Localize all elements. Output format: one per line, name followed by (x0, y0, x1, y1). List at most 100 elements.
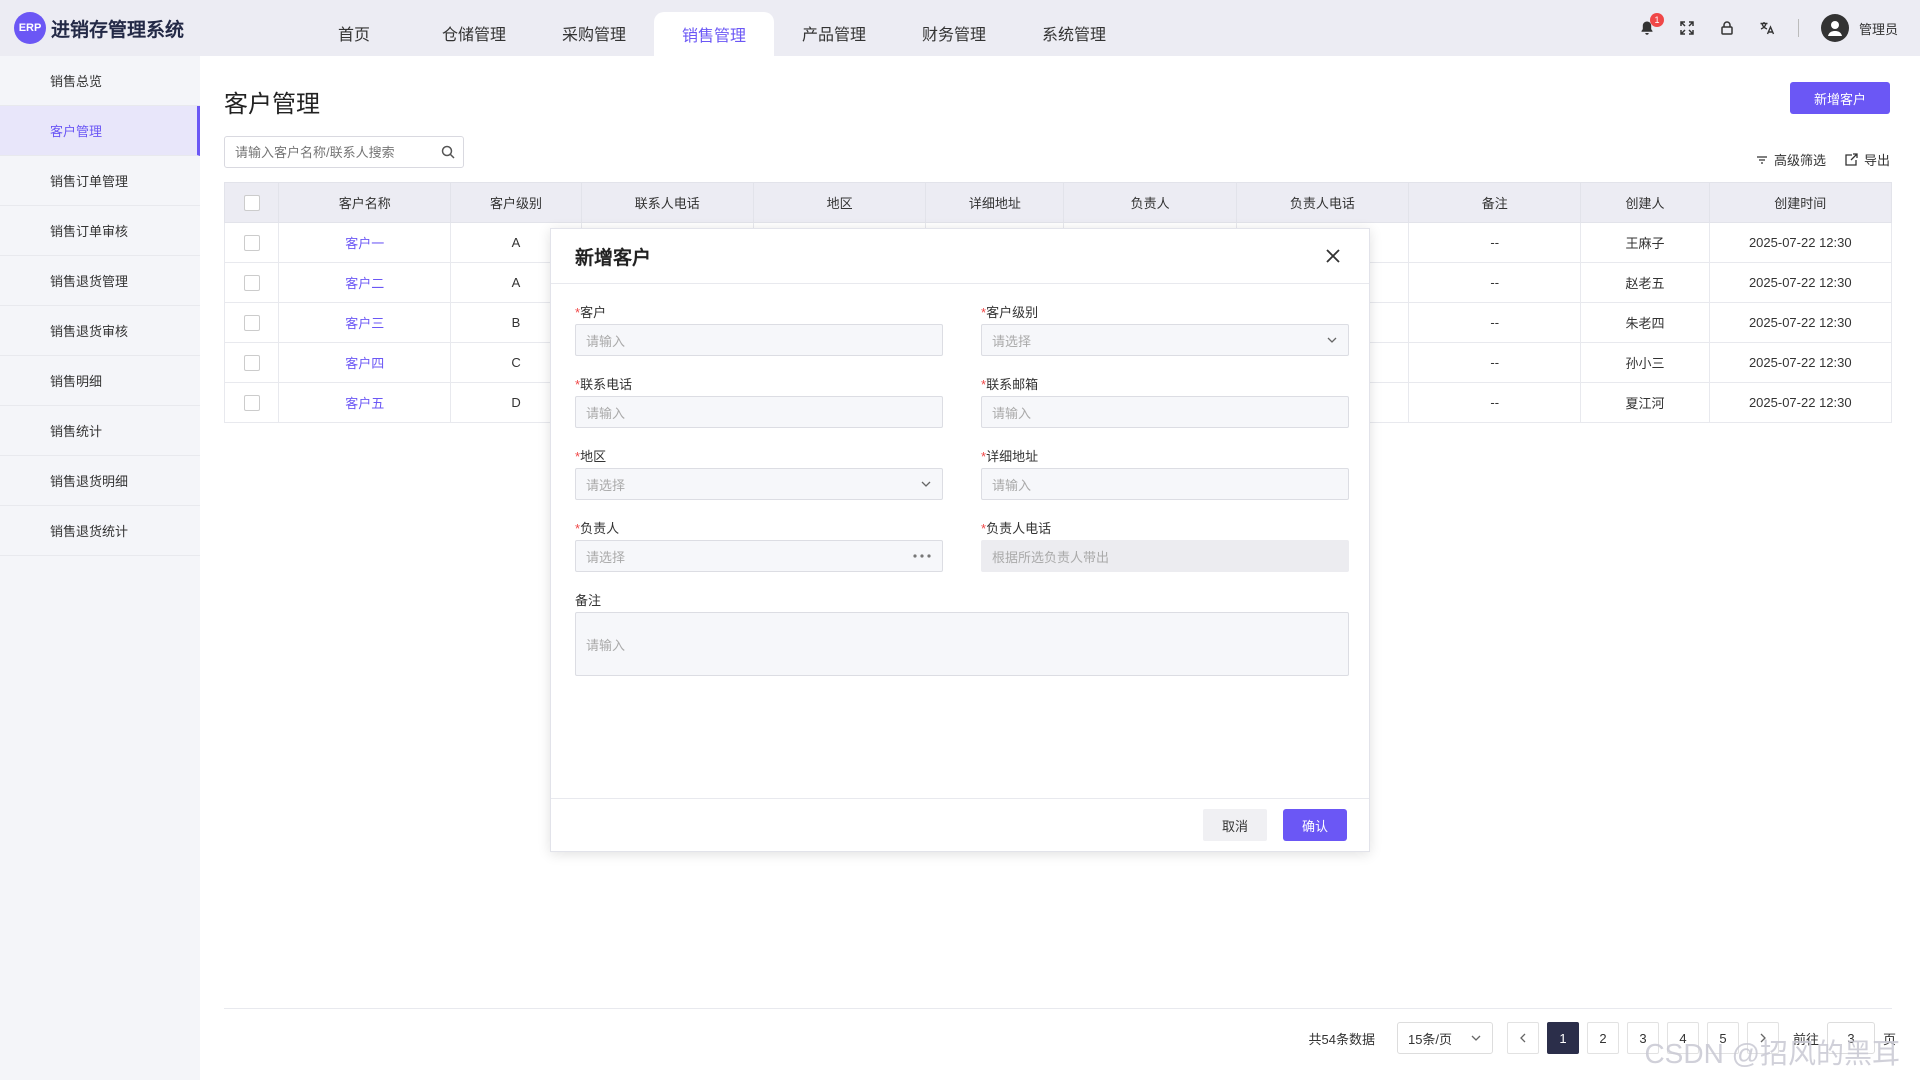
sidebar-item[interactable]: 销售退货明细 (0, 456, 200, 506)
created-time-cell: 2025-07-22 12:30 (1708, 342, 1893, 383)
level-select[interactable]: 请选择 (981, 324, 1349, 356)
page-button[interactable]: 1 (1546, 1022, 1579, 1054)
select-all-checkbox[interactable] (243, 194, 260, 211)
sidebar-item[interactable]: 销售明细 (0, 356, 200, 406)
user-name: 管理员 (1858, 21, 1898, 37)
advanced-filter-button[interactable]: 高级筛选 (1756, 150, 1826, 169)
notification-badge: 1 (1649, 13, 1664, 27)
prev-page-button[interactable] (1506, 1022, 1539, 1054)
nav-item[interactable]: 首页 (294, 0, 414, 56)
search-icon[interactable] (433, 145, 463, 159)
customer-label: *客户 (575, 305, 607, 320)
chevron-down-icon (921, 481, 931, 487)
customer-input[interactable]: 请输入 (575, 324, 943, 356)
table-tools: 高级筛选 导出 (1756, 150, 1890, 169)
sidebar-item[interactable]: 销售订单管理 (0, 156, 200, 206)
nav-item[interactable]: 仓储管理 (414, 0, 534, 56)
column-header: 详细地址 (925, 182, 1065, 223)
remark-cell: -- (1408, 302, 1582, 343)
address-input[interactable]: 请输入 (981, 468, 1349, 500)
customer-name-link-text[interactable]: 客户三 (345, 316, 384, 331)
page-size-select[interactable]: 15条/页 (1396, 1022, 1493, 1054)
logo-badge: ERP (14, 12, 46, 44)
sidebar-item[interactable]: 销售退货管理 (0, 256, 200, 306)
close-icon[interactable] (1321, 244, 1345, 268)
customer-name-link-text[interactable]: 客户一 (345, 236, 384, 251)
avatar-icon (1820, 14, 1849, 42)
owner-select[interactable]: 请选择 (575, 540, 943, 572)
row-select-cell (223, 342, 280, 383)
customer-level-cell-text: D (511, 395, 521, 410)
dialog-footer: 取消 确认 (551, 798, 1369, 851)
customer-name-link-text[interactable]: 客户五 (345, 396, 384, 411)
column-header: 联系人电话 (580, 182, 754, 223)
confirm-button[interactable]: 确认 (1283, 809, 1347, 841)
customer-name-link: 客户五 (278, 382, 452, 423)
remark-textarea[interactable]: 请输入 (575, 612, 1349, 676)
total-count: 共54条数据 (1308, 1031, 1375, 1047)
owner-phone-label: *负责人电话 (981, 521, 1052, 536)
email-label: *联系邮箱 (981, 377, 1039, 392)
customer-level-cell-text: A (511, 275, 521, 290)
sidebar-item[interactable]: 客户管理 (0, 106, 200, 156)
column-header: 客户级别 (450, 182, 582, 223)
customer-name-link-text[interactable]: 客户二 (345, 276, 384, 291)
add-customer-dialog: 新增客户 *客户 请输入 *客户级别 请选择 *联系电话 请输入 *联系邮箱 请… (550, 228, 1370, 852)
row-select-cell (223, 222, 280, 263)
column-header: 负责人电话 (1235, 182, 1410, 223)
row-checkbox[interactable] (243, 354, 260, 371)
export-icon (1845, 152, 1858, 166)
export-label: 导出 (1863, 153, 1890, 168)
page-button[interactable]: 2 (1586, 1022, 1619, 1054)
user-menu[interactable]: 管理员 (1820, 14, 1898, 42)
search-input[interactable] (235, 144, 433, 160)
fullscreen-icon[interactable] (1678, 19, 1696, 37)
customer-name-link-text[interactable]: 客户四 (345, 356, 384, 371)
cancel-button[interactable]: 取消 (1203, 809, 1267, 841)
nav-item[interactable]: 销售管理 (654, 12, 774, 56)
customer-name-link: 客户一 (278, 222, 452, 263)
app-logo[interactable]: ERP 进销存管理系统 (14, 12, 294, 44)
sidebar-item[interactable]: 销售总览 (0, 56, 200, 106)
remark-cell: -- (1408, 262, 1582, 303)
row-checkbox[interactable] (243, 234, 260, 251)
nav-item[interactable]: 财务管理 (894, 0, 1014, 56)
nav-item[interactable]: 采购管理 (534, 0, 654, 56)
header-tools: 1 管理员 (1638, 0, 1898, 56)
translate-icon[interactable] (1758, 19, 1776, 37)
owner-phone-input: 根据所选负责人带出 (981, 540, 1349, 572)
chevron-left-icon (1520, 1033, 1526, 1043)
more-icon[interactable] (912, 553, 932, 559)
sidebar-item[interactable]: 销售统计 (0, 406, 200, 456)
creator-cell: 孙小三 (1580, 342, 1710, 383)
sidebar-item[interactable]: 销售退货统计 (0, 506, 200, 556)
sidebar-item[interactable]: 销售退货审核 (0, 306, 200, 356)
created-time-cell-text: 2025-07-22 12:30 (1748, 315, 1852, 330)
remark-cell: -- (1408, 342, 1582, 383)
region-select[interactable]: 请选择 (575, 468, 943, 500)
row-select-cell (223, 382, 280, 423)
creator-cell: 赵老五 (1580, 262, 1710, 303)
creator-cell: 王麻子 (1580, 222, 1710, 263)
bell-icon[interactable]: 1 (1638, 13, 1664, 37)
row-select-cell (223, 302, 280, 343)
nav-item[interactable]: 系统管理 (1014, 0, 1134, 56)
remark-field: 备注 请输入 (575, 590, 1349, 676)
sidebar: 销售总览 客户管理 销售订单管理 销售订单审核 销售退货管理 销售退货审核 销售明细 销售统计… (0, 56, 200, 1080)
creator-cell-text: 王麻子 (1625, 236, 1665, 251)
add-customer-button[interactable]: 新增客户 (1790, 82, 1890, 114)
remark-cell-text: -- (1490, 275, 1500, 290)
sidebar-item[interactable]: 销售订单审核 (0, 206, 200, 256)
lock-icon[interactable] (1718, 19, 1736, 37)
column-header: 备注 (1408, 182, 1582, 223)
export-button[interactable]: 导出 (1844, 150, 1890, 169)
email-input[interactable]: 请输入 (981, 396, 1349, 428)
select-all-cell (223, 182, 280, 223)
row-checkbox[interactable] (243, 274, 260, 291)
nav-item[interactable]: 产品管理 (774, 0, 894, 56)
row-checkbox[interactable] (243, 314, 260, 331)
creator-cell-text: 朱老四 (1625, 316, 1665, 331)
created-time-cell-text: 2025-07-22 12:30 (1748, 355, 1852, 370)
row-checkbox[interactable] (243, 394, 260, 411)
phone-input[interactable]: 请输入 (575, 396, 943, 428)
